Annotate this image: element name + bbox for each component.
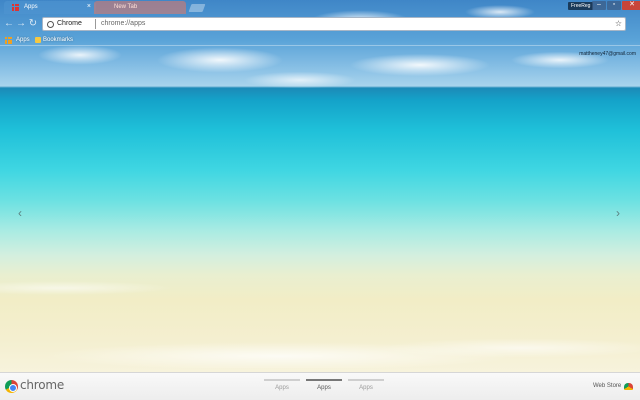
page-tab-1[interactable]: Apps (264, 379, 300, 391)
wave-foam (0, 268, 640, 368)
title-bar: Apps × New Tab FreeReg – ▫ ✕ (0, 0, 640, 14)
forward-button[interactable]: → (16, 18, 26, 30)
chrome-logo-icon (5, 380, 18, 393)
apps-grid-icon (5, 37, 12, 44)
page-switcher: Apps Apps Apps (264, 379, 384, 391)
chrome-wordmark: chrome (20, 378, 65, 392)
bookmark-label: Bookmarks (43, 37, 74, 43)
chevron-right-icon[interactable]: › (616, 206, 620, 220)
bookmarks-bar: Apps Bookmarks (0, 34, 640, 46)
bookmark-label: Apps (16, 37, 30, 43)
window-controls: – ▫ ✕ (592, 1, 640, 10)
apps-bottom-bar: chrome Apps Apps Apps Web Store (0, 372, 640, 400)
page-indicator (348, 379, 384, 381)
profile-badge[interactable]: FreeReg (568, 2, 594, 10)
close-icon[interactable]: × (87, 1, 91, 13)
url-text[interactable]: chrome://apps (101, 18, 145, 30)
chevron-left-icon[interactable]: ‹ (18, 206, 22, 220)
page-tab-2[interactable]: Apps (306, 379, 342, 391)
bookmark-apps[interactable]: Apps (5, 35, 30, 45)
user-email[interactable]: mattheney47@gmail.com (579, 51, 636, 57)
minimize-button[interactable]: – (592, 1, 606, 10)
back-button[interactable]: ← (4, 18, 14, 30)
web-store-icon[interactable] (624, 383, 633, 390)
tab-label: New Tab (114, 4, 138, 10)
page-indicator (264, 379, 300, 381)
site-label: Chrome (57, 20, 82, 27)
bookmark-folder[interactable]: Bookmarks (35, 35, 73, 45)
bookmark-star-icon[interactable]: ☆ (615, 18, 622, 30)
tab-new-tab[interactable]: New Tab (94, 1, 186, 14)
close-button[interactable]: ✕ (622, 1, 640, 10)
divider (95, 19, 96, 29)
reload-button[interactable]: ↻ (28, 18, 38, 30)
background-beach-image (0, 0, 640, 400)
web-store-link[interactable]: Web Store (593, 383, 621, 389)
address-bar[interactable]: Chrome chrome://apps ☆ (42, 17, 626, 31)
tab-apps[interactable]: Apps × (4, 1, 96, 14)
page-label: Apps (275, 385, 289, 391)
page-indicator (306, 379, 342, 381)
page-label: Apps (359, 385, 373, 391)
folder-icon (35, 37, 41, 43)
maximize-button[interactable]: ▫ (607, 1, 621, 10)
tab-label: Apps (24, 4, 38, 10)
apps-grid-icon (12, 4, 19, 11)
chrome-page-icon (47, 21, 54, 28)
new-tab-button[interactable] (188, 4, 206, 12)
page-tab-3[interactable]: Apps (348, 379, 384, 391)
page-label: Apps (317, 385, 331, 391)
